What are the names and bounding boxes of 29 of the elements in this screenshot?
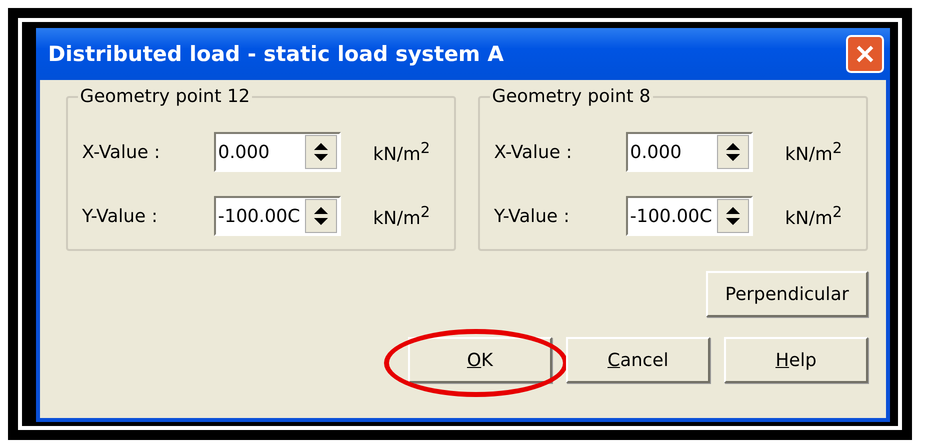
spin-button[interactable] bbox=[305, 199, 337, 233]
field-label: Y-Value : bbox=[82, 206, 159, 226]
window-title: Distributed load - static load system A bbox=[48, 42, 504, 66]
group-title: Geometry point 12 bbox=[78, 86, 252, 107]
field-label: X-Value : bbox=[494, 142, 574, 162]
spin-button[interactable] bbox=[717, 199, 749, 233]
dialog-button[interactable]: Cancel bbox=[566, 337, 710, 383]
spin-field[interactable]: -100.00C bbox=[626, 196, 753, 236]
unit-label: kN/m$^{2}$ bbox=[785, 139, 842, 165]
spin-field[interactable]: 0.000 bbox=[214, 132, 341, 172]
spin-field[interactable]: 0.000 bbox=[626, 132, 753, 172]
spin-field[interactable]: -100.00C bbox=[214, 196, 341, 236]
field-label: Y-Value : bbox=[494, 206, 571, 226]
up-down-arrows-icon bbox=[313, 141, 329, 163]
field-label: X-Value : bbox=[82, 142, 162, 162]
dialog-button[interactable]: Help bbox=[724, 337, 868, 383]
group-title: Geometry point 8 bbox=[490, 86, 653, 107]
close-icon bbox=[854, 43, 876, 65]
up-down-arrows-icon bbox=[725, 141, 741, 163]
perpendicular-button[interactable]: Perpendicular bbox=[706, 271, 868, 317]
up-down-arrows-icon bbox=[725, 205, 741, 227]
dialog-button[interactable]: OK bbox=[408, 337, 552, 383]
spin-button[interactable] bbox=[717, 135, 749, 169]
unit-label: kN/m$^{2}$ bbox=[373, 139, 430, 165]
up-down-arrows-icon bbox=[313, 205, 329, 227]
unit-label: kN/m$^{2}$ bbox=[785, 203, 842, 229]
unit-label: kN/m$^{2}$ bbox=[373, 203, 430, 229]
close-button[interactable] bbox=[846, 35, 884, 73]
spin-button[interactable] bbox=[305, 135, 337, 169]
